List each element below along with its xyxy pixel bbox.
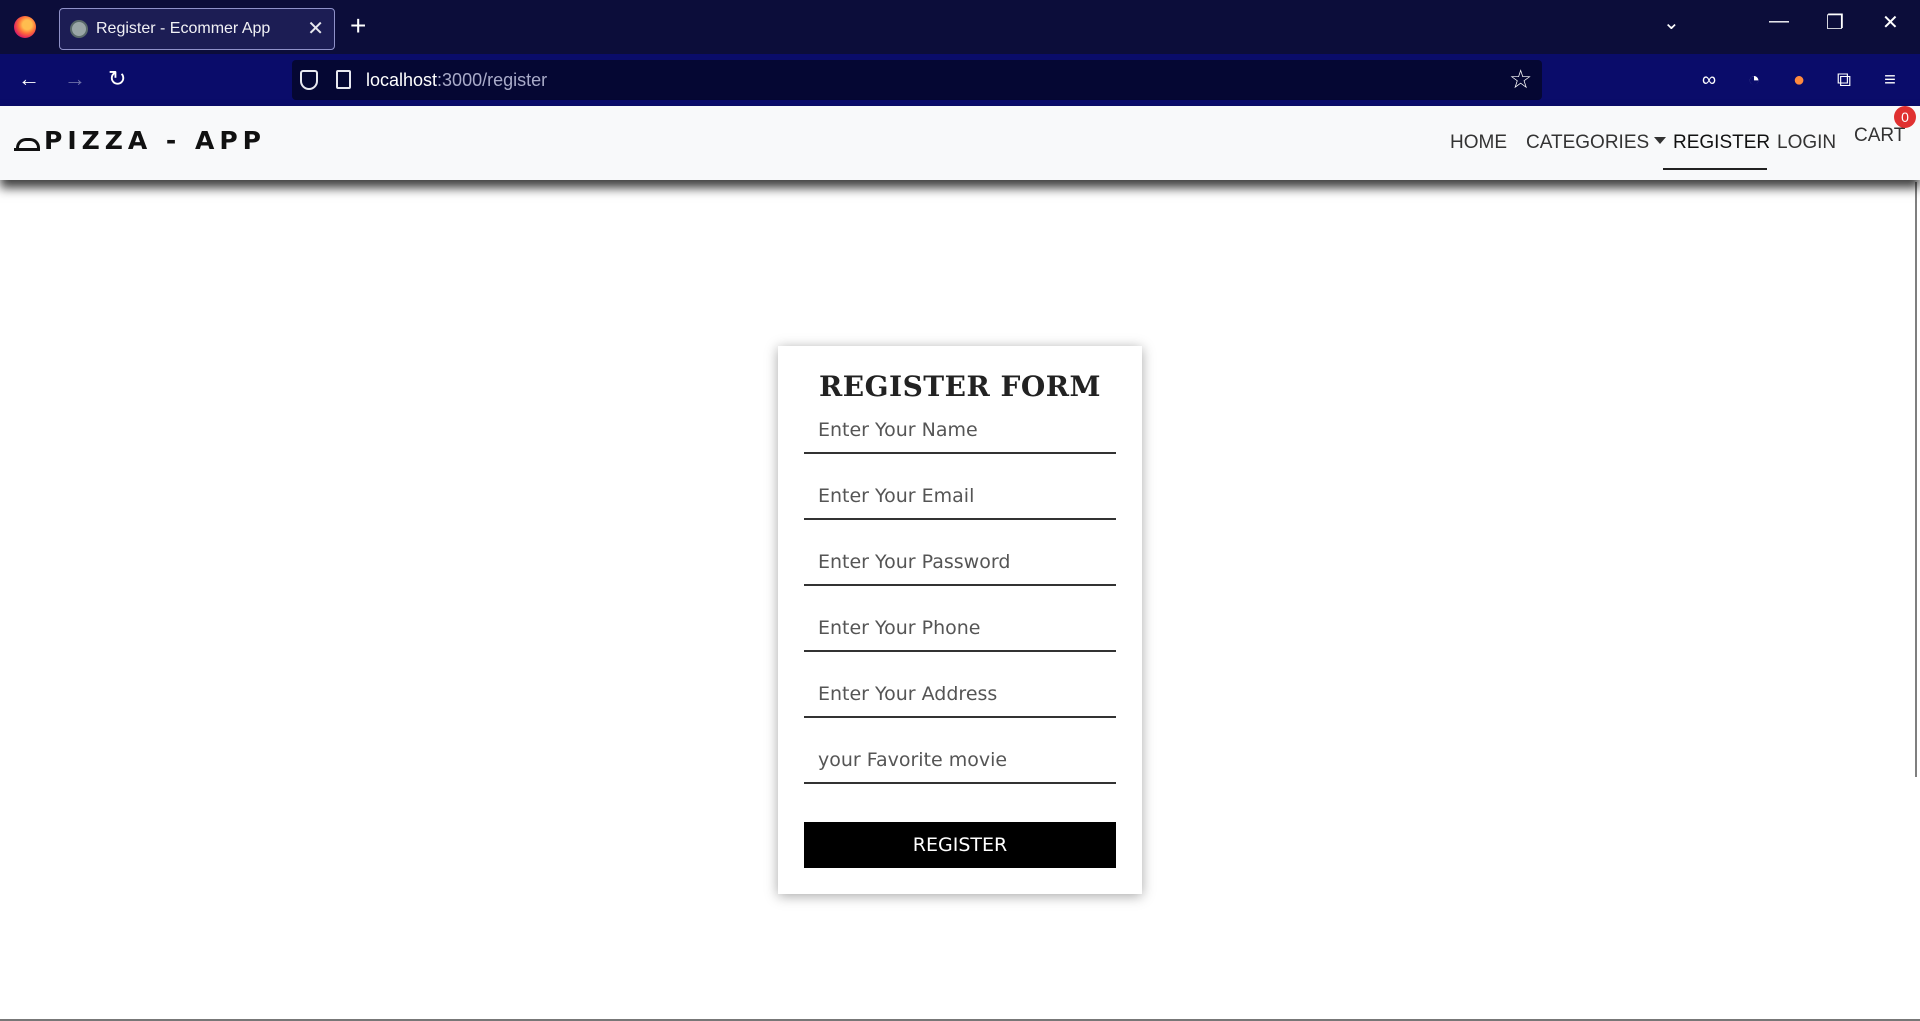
caret-down-icon [1654, 137, 1667, 144]
brand-link[interactable]: PIZZA - APP [14, 126, 266, 155]
register-button[interactable]: REGISTER [804, 822, 1116, 868]
firefox-logo-icon[interactable] [14, 16, 36, 38]
site-header: PIZZA - APP HOME CATEGORIES REGISTER LOG… [0, 106, 1920, 180]
page-scrollbar[interactable] [1915, 182, 1917, 777]
password-input[interactable] [804, 538, 1116, 586]
address-input[interactable] [804, 670, 1116, 718]
browser-tab[interactable]: Register - Ecommer App ✕ [59, 8, 335, 50]
bookmark-star-icon[interactable]: ☆ [1509, 66, 1532, 92]
nav-register[interactable]: REGISTER [1673, 132, 1770, 154]
puzzle-extensions-icon[interactable]: ⧉ [1832, 68, 1856, 92]
incognito-mask-icon[interactable]: ∞ [1697, 68, 1721, 92]
tab-title: Register - Ecommer App [96, 20, 271, 37]
reload-icon[interactable]: ↻ [108, 66, 126, 92]
favorite-movie-input[interactable] [804, 736, 1116, 784]
forward-arrow-icon[interactable]: → [64, 66, 86, 92]
cart-count-badge: 0 [1894, 106, 1916, 128]
restore-icon[interactable]: ❐ [1826, 10, 1844, 35]
cookie-icon[interactable]: ◔ [1742, 68, 1766, 92]
nav-categories[interactable]: CATEGORIES [1526, 132, 1667, 154]
favicon-icon [70, 20, 88, 38]
food-cloche-icon [14, 130, 40, 152]
hamburger-menu-icon[interactable]: ≡ [1878, 68, 1902, 92]
brand-text: PIZZA - APP [44, 126, 267, 155]
nav-login[interactable]: LOGIN [1777, 132, 1836, 154]
url-text[interactable]: localhost:3000/register [366, 70, 547, 91]
register-form-card: REGISTER FORM REGISTER [778, 346, 1142, 894]
active-nav-underline [1663, 168, 1767, 170]
browser-tabbar: Register - Ecommer App ✕ + ⌄ — ❐ ✕ [0, 0, 1920, 54]
page-info-icon[interactable] [336, 70, 351, 89]
email-input[interactable] [804, 472, 1116, 520]
nav-cart[interactable]: CART [1854, 125, 1905, 147]
url-path: :3000/register [437, 70, 548, 90]
phone-input[interactable] [804, 604, 1116, 652]
url-host: localhost [366, 70, 438, 90]
back-arrow-icon[interactable]: ← [18, 66, 40, 92]
shield-icon[interactable] [300, 70, 318, 90]
name-input[interactable] [804, 406, 1116, 454]
tab-list-chevron-icon[interactable]: ⌄ [1663, 10, 1680, 35]
close-tab-icon[interactable]: ✕ [307, 19, 324, 39]
form-title: REGISTER FORM [818, 370, 1102, 403]
nav-home[interactable]: HOME [1450, 132, 1507, 154]
fox-extension-icon[interactable]: ● [1787, 68, 1811, 92]
new-tab-icon[interactable]: + [350, 12, 366, 40]
minimize-icon[interactable]: — [1769, 10, 1789, 33]
close-window-icon[interactable]: ✕ [1882, 10, 1899, 35]
nav-categories-label: CATEGORIES [1526, 132, 1650, 153]
